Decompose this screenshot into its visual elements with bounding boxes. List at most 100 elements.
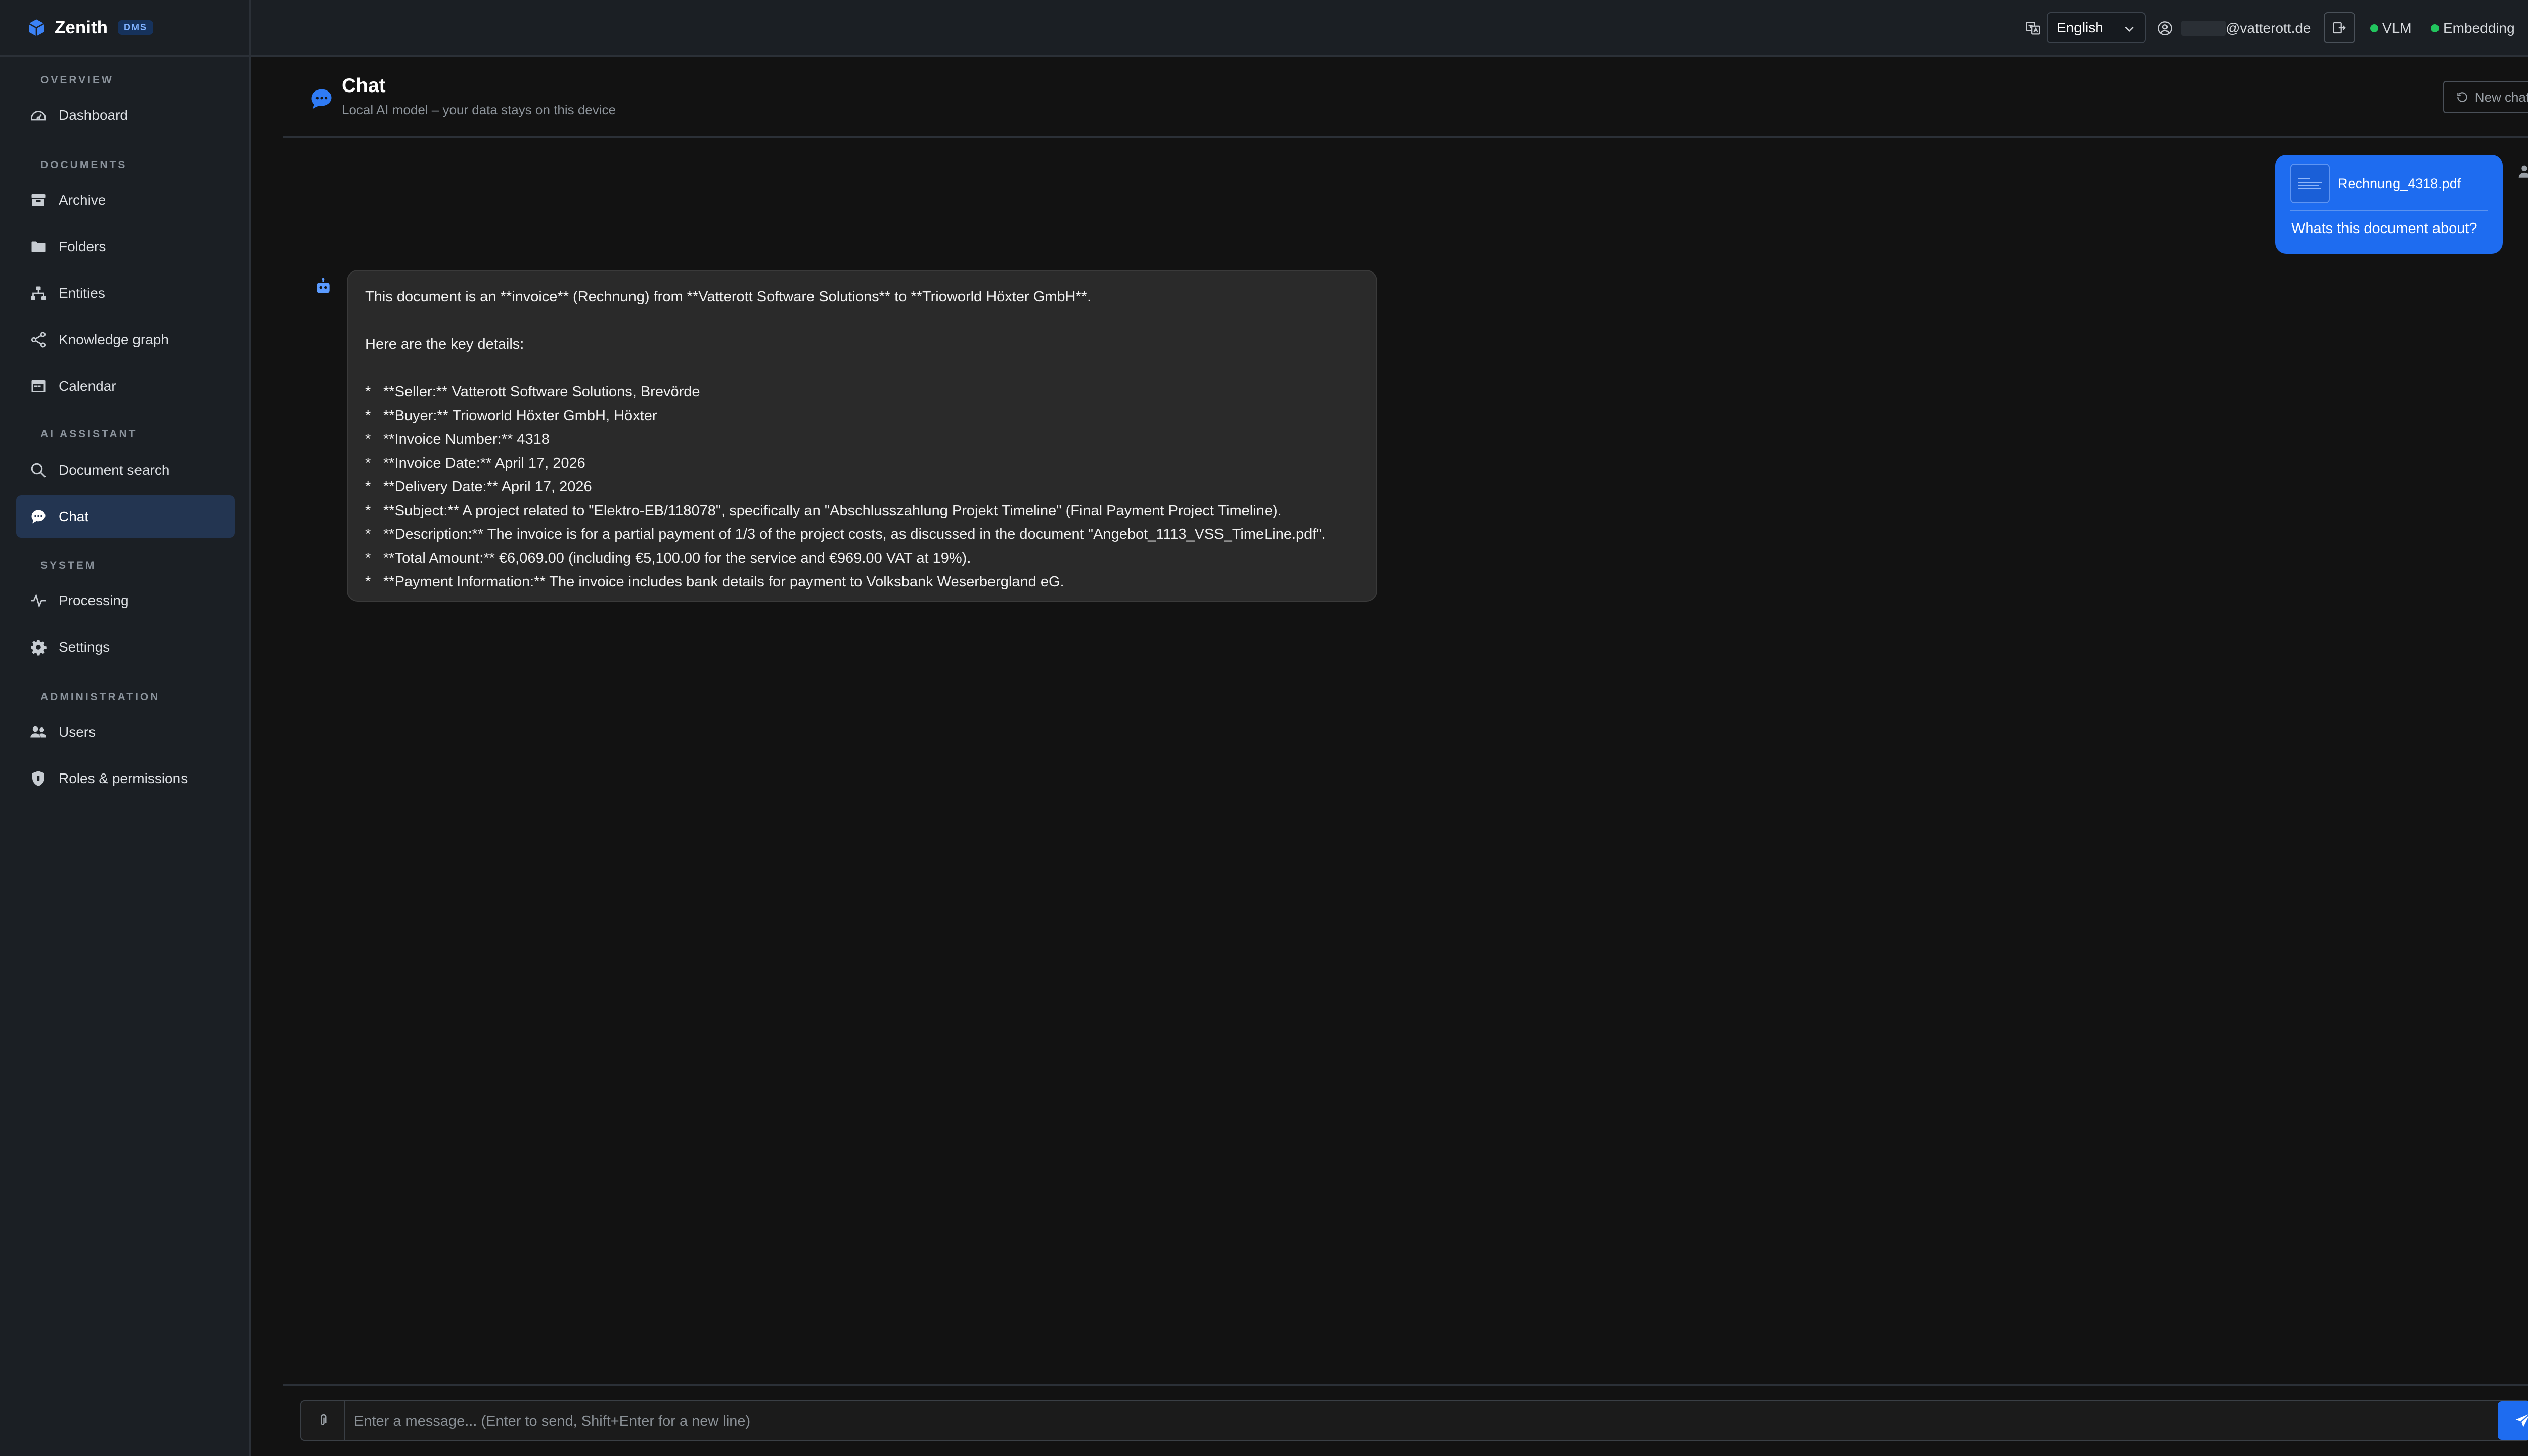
translate-icon-wrap — [2024, 0, 2042, 57]
sidebar-item-archive[interactable]: Archive — [16, 179, 235, 221]
sidebar-item-document-search[interactable]: Document search — [16, 449, 235, 491]
sidebar-item-label: Roles & permissions — [59, 770, 188, 786]
brand-badge: DMS — [117, 20, 153, 35]
detail-item: * **Invoice Date:** April 17, 2026 — [365, 451, 1359, 475]
message-input[interactable] — [353, 1407, 2468, 1435]
bullet: * — [365, 431, 371, 447]
paperclip-icon — [321, 1414, 327, 1425]
sidebar-item-knowledge-graph[interactable]: Knowledge graph — [16, 318, 235, 361]
sidebar-item-settings[interactable]: Settings — [16, 626, 235, 668]
bullet: * — [365, 384, 371, 400]
sidebar-item-entities[interactable]: Entities — [16, 272, 235, 314]
section-label-ai-assistant: AI ASSISTANT — [40, 428, 138, 440]
bullet: * — [365, 526, 371, 542]
chevron-down-icon — [2125, 26, 2134, 32]
detail-text: **Seller:** Vatterott Software Solutions… — [383, 384, 700, 400]
assistant-intro: This document is an **invoice** (Rechnun… — [365, 289, 1092, 305]
status-embedding: Embedding — [2431, 0, 2515, 57]
sidebar-item-label: Users — [59, 724, 96, 740]
chat-header: Chat Local AI model – your data stays on… — [283, 57, 2528, 138]
attach-file-button[interactable] — [301, 1401, 345, 1440]
bullet: * — [365, 455, 371, 471]
detail-item: * **Buyer:** Trioworld Höxter GmbH, Höxte… — [365, 404, 1359, 428]
sidebar-item-label: Folders — [59, 239, 106, 254]
language-value: English — [2057, 20, 2103, 35]
composer — [300, 1400, 2528, 1441]
document-preview-icon — [2298, 178, 2322, 189]
archive-icon — [31, 194, 46, 206]
user-circle-icon — [2158, 21, 2172, 35]
sidebar-item-label: Chat — [59, 509, 89, 524]
document-thumbnail — [2290, 164, 2330, 203]
bullet: * — [365, 574, 371, 590]
cube-logo-icon — [28, 19, 44, 36]
assistant-lead: Here are the key details: — [365, 336, 524, 352]
sidebar-item-label: Document search — [59, 462, 170, 478]
attachment-divider — [2290, 210, 2488, 211]
status-dot-embedding — [2431, 24, 2439, 32]
topbar: English @vatterott.de VLM Embedding — [251, 0, 2528, 57]
assistant-message: This document is an **invoice** (Rechnun… — [347, 270, 1377, 602]
sidebar-item-users[interactable]: Users — [16, 711, 235, 753]
chat-icon — [31, 510, 46, 524]
activity-icon — [31, 593, 46, 608]
detail-item: * **Subject:** A project related to "Elek… — [365, 499, 1359, 523]
sidebar-item-roles-permissions[interactable]: Roles & permissions — [16, 757, 235, 800]
bullet: * — [365, 503, 371, 519]
new-chat-button[interactable]: New chat — [2443, 81, 2528, 113]
sidebar-item-label: Processing — [59, 593, 129, 608]
search-icon — [31, 463, 46, 478]
chat-bubble-icon — [311, 89, 332, 109]
detail-text: **Subject:** A project related to "Elekt… — [383, 503, 1282, 519]
composer-divider — [283, 1384, 2528, 1386]
status-dot-vlm — [2370, 24, 2378, 32]
sidebar-item-label: Settings — [59, 639, 110, 655]
sidebar-item-chat[interactable]: Chat — [16, 495, 235, 538]
bullet: * — [365, 479, 371, 495]
user-avatar-icon — [2518, 165, 2528, 178]
logout-button[interactable] — [2324, 12, 2355, 43]
new-chat-label: New chat — [2474, 89, 2528, 105]
send-icon — [2515, 1414, 2528, 1427]
bullet: * — [365, 407, 371, 424]
dashboard-icon — [31, 111, 46, 121]
shield-icon — [32, 771, 44, 786]
send-button[interactable] — [2498, 1401, 2528, 1440]
brand-name: Zenith — [55, 17, 108, 37]
brand[interactable]: Zenith DMS — [0, 0, 249, 57]
sidebar-item-calendar[interactable]: Calendar — [16, 365, 235, 407]
sidebar: Zenith DMS OVERVIEW Dashboard DOCUMENTS … — [0, 0, 251, 1456]
sidebar-item-label: Dashboard — [59, 107, 128, 123]
sidebar-item-folders[interactable]: Folders — [16, 225, 235, 268]
user-message: Rechnung_4318.pdf Whats this document ab… — [2275, 155, 2503, 254]
logout-icon — [2333, 22, 2346, 34]
bot-avatar-icon — [317, 278, 330, 293]
translate-icon — [2026, 22, 2040, 35]
folder-icon — [31, 241, 46, 252]
email-redacted-block — [2181, 21, 2226, 36]
section-label-documents: DOCUMENTS — [40, 159, 127, 171]
attachment-chip[interactable]: Rechnung_4318.pdf — [2290, 164, 2461, 203]
attachment-filename: Rechnung_4318.pdf — [2338, 175, 2461, 191]
detail-text: **Delivery Date:** April 17, 2026 — [383, 479, 592, 495]
sidebar-item-dashboard[interactable]: Dashboard — [16, 94, 235, 136]
detail-item: * **Seller:** Vatterott Software Solution… — [365, 380, 1359, 404]
share-icon — [31, 332, 46, 348]
detail-text: **Buyer:** Trioworld Höxter GmbH, Höxter — [383, 407, 657, 424]
section-label-system: SYSTEM — [40, 560, 97, 571]
calendar-icon — [31, 380, 46, 392]
sidebar-item-label: Archive — [59, 192, 106, 208]
page-subtitle: Local AI model – your data stays on this… — [342, 102, 616, 117]
language-select[interactable]: English — [2047, 12, 2146, 43]
entities-icon — [31, 286, 46, 300]
section-label-overview: OVERVIEW — [40, 74, 114, 86]
user-account[interactable]: @vatterott.de — [2157, 0, 2311, 57]
detail-text: **Total Amount:** €6,069.00 (including €… — [383, 550, 971, 566]
user-message-text: Whats this document about? — [2291, 220, 2477, 237]
detail-text: **Description:** The invoice is for a pa… — [383, 526, 1326, 542]
sidebar-item-processing[interactable]: Processing — [16, 579, 235, 622]
section-label-administration: ADMINISTRATION — [40, 691, 160, 703]
gear-icon — [31, 640, 47, 656]
users-icon — [30, 726, 46, 738]
